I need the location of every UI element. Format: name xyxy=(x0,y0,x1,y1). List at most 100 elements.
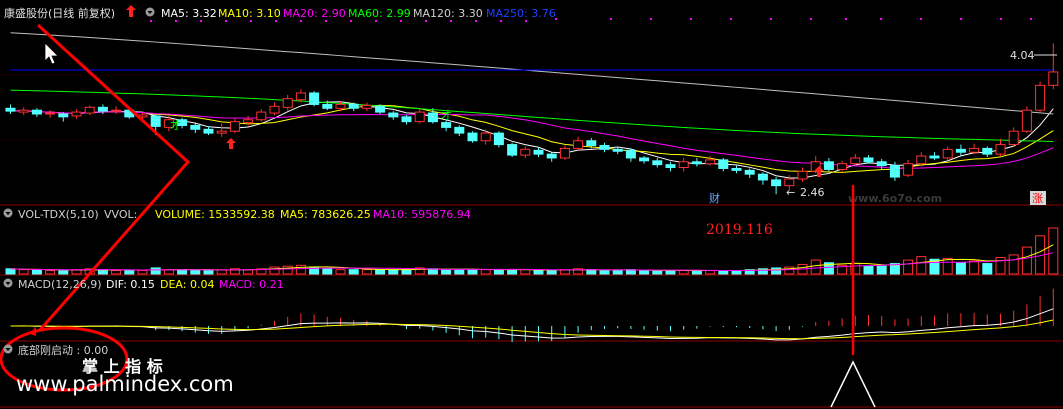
financial-report-badge[interactable]: 财 xyxy=(709,191,720,205)
volume-bar xyxy=(361,269,372,275)
macd-dif-value: DIF: 0.15 xyxy=(106,278,155,291)
high-price-label: 4.04 xyxy=(1010,49,1035,62)
candle-body xyxy=(863,157,874,163)
volume-bar xyxy=(454,269,465,275)
bottom-signal-triangle xyxy=(830,360,876,408)
volume-bar xyxy=(942,257,953,275)
candle-body xyxy=(942,148,953,159)
signal-dot xyxy=(730,18,732,20)
volume-ma5-value: MA5: 783626.25 xyxy=(280,208,371,221)
volume-bar xyxy=(111,270,122,275)
volume-bar xyxy=(203,270,214,275)
candle-body xyxy=(1048,71,1059,86)
volume-bar xyxy=(876,265,887,275)
volume-bar xyxy=(903,259,914,275)
candle-body xyxy=(955,148,966,153)
volume-bar xyxy=(863,265,874,275)
candle-body xyxy=(691,161,702,165)
ma10-line xyxy=(10,104,1054,173)
candle-body xyxy=(1021,109,1032,132)
candle-body xyxy=(71,111,82,117)
candle-body xyxy=(586,140,597,147)
volume-bar xyxy=(533,270,544,275)
volume-bar xyxy=(137,270,148,275)
signal-dot xyxy=(325,20,327,22)
signal-dot xyxy=(770,18,772,20)
ma120-value: MA120: 3.30 xyxy=(413,7,483,20)
candle-body xyxy=(493,132,504,146)
candle-body xyxy=(612,148,623,152)
volume-bar xyxy=(507,269,518,275)
signal-dot xyxy=(300,20,302,22)
volume-bar xyxy=(731,270,742,275)
candle-body xyxy=(441,122,452,128)
candle-body xyxy=(969,147,980,153)
volume-bar xyxy=(401,269,412,275)
volume-bar xyxy=(150,267,161,275)
candle-body xyxy=(995,144,1006,155)
candle-body xyxy=(520,148,531,156)
signal-dot xyxy=(400,20,402,22)
candle-body xyxy=(322,103,333,109)
volume-bar xyxy=(375,269,386,275)
kline-chart[interactable]: 4.04 ← 2.46 财 涨 才 才 www.6o7o.com 2019.11… xyxy=(0,0,1063,409)
candle-body xyxy=(982,147,993,155)
limit-up-badge[interactable]: 涨 xyxy=(1032,192,1043,205)
ma5-value: MA5: 3.32 xyxy=(161,7,217,20)
signal-dot xyxy=(610,18,612,20)
candle-body xyxy=(375,105,386,113)
signal-dot xyxy=(450,20,452,22)
candle-body xyxy=(84,106,95,114)
stock-title[interactable]: 康盛股份(日线 前复权) xyxy=(4,6,115,20)
candle-body xyxy=(533,149,544,155)
candle-body xyxy=(929,155,940,159)
candle-body xyxy=(480,132,491,142)
candle-body xyxy=(401,116,412,123)
volume-bar xyxy=(493,269,504,275)
candle-body xyxy=(903,163,914,176)
signal-dot xyxy=(690,18,692,20)
candle-body xyxy=(414,111,425,123)
volume-bar xyxy=(691,270,702,275)
candle-body xyxy=(823,161,834,170)
bottom-indicator-title[interactable]: 底部刚启动 : 0.00 xyxy=(18,343,108,357)
volume-indicator-title[interactable]: VOL-TDX(5,10) xyxy=(18,208,99,221)
candle-body xyxy=(18,109,29,113)
volume-bar xyxy=(916,256,927,275)
volume-bar xyxy=(124,270,135,275)
candle-body xyxy=(388,112,399,118)
volume-bar xyxy=(467,269,478,275)
macd-series xyxy=(10,288,1054,343)
candle-body xyxy=(309,92,320,105)
candle-body xyxy=(467,132,478,142)
volume-bar xyxy=(546,270,557,275)
candle-body xyxy=(5,107,16,112)
volume-bar xyxy=(388,269,399,275)
signal-dot xyxy=(960,18,962,20)
candle-body xyxy=(190,124,201,130)
candle-body xyxy=(1035,84,1046,111)
signal-dot xyxy=(845,18,847,20)
signal-dot xyxy=(920,18,922,20)
signal-dot xyxy=(1030,18,1032,20)
signal-dot xyxy=(375,20,377,22)
macd-indicator-title[interactable]: MACD(12,26,9) xyxy=(18,278,102,291)
candle-body xyxy=(797,170,808,180)
volume-bar xyxy=(982,263,993,275)
vvol-label: VVOL: xyxy=(104,208,137,221)
volume-bar xyxy=(31,269,42,275)
volume-bar xyxy=(969,260,980,275)
bottom-panel-header: 底部刚启动 : 0.00 掌 上 指 标 www.palmindex.com xyxy=(3,343,234,396)
volume-bar xyxy=(58,270,69,275)
low-price-label: 2.46 xyxy=(800,186,825,199)
low-price-arrow: ← xyxy=(786,186,795,199)
candle-body xyxy=(150,115,161,127)
volume-ma10-value: MA10: 595876.94 xyxy=(373,208,471,221)
signal-dot xyxy=(500,20,502,22)
candle-body xyxy=(705,159,716,165)
candle-body xyxy=(348,103,359,109)
signal-dot xyxy=(810,18,812,20)
volume-panel-header: VOL-TDX(5,10) VVOL: VOLUME: 1533592.38 M… xyxy=(3,208,471,221)
candle-body xyxy=(837,163,848,170)
volume-bar xyxy=(810,259,821,275)
